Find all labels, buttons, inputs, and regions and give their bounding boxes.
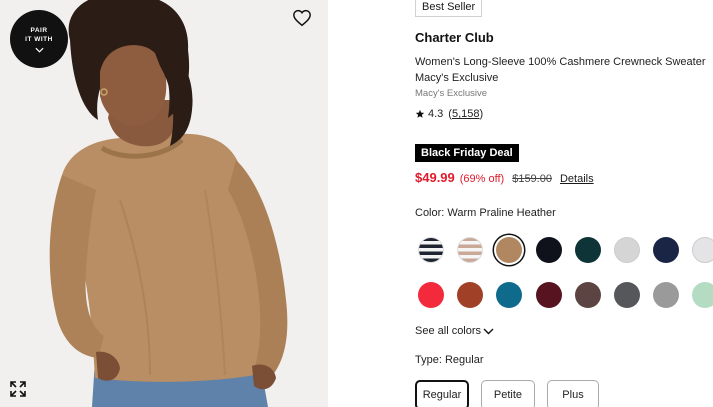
rating-value: 4.3 — [428, 108, 444, 120]
heart-icon — [293, 9, 311, 27]
see-all-colors-button[interactable]: See all colors — [415, 325, 494, 337]
chevron-down-icon — [483, 328, 494, 334]
type-option-regular[interactable]: Regular — [415, 380, 469, 407]
rating-close-paren: ) — [479, 108, 484, 120]
color-swatch-teal-blue[interactable] — [496, 282, 523, 308]
color-swatch-navy[interactable] — [653, 237, 680, 263]
product-exclusive-line: Macy's Exclusive — [415, 72, 499, 84]
chevron-down-icon — [34, 47, 44, 53]
color-swatch-warm-praline-heather[interactable] — [496, 237, 523, 263]
color-swatch-pale-grey[interactable] — [692, 237, 713, 263]
sale-price: $49.99 — [415, 170, 455, 185]
price-details-link[interactable]: Details — [560, 173, 594, 185]
color-swatch-rust[interactable] — [457, 282, 484, 308]
color-swatch-tan-white-stripe[interactable] — [457, 237, 484, 263]
sub-brand: Macy's Exclusive — [415, 88, 488, 99]
favorite-button[interactable] — [291, 7, 313, 29]
percent-off: (69% off) — [459, 173, 505, 185]
see-all-colors-label: See all colors — [415, 325, 482, 337]
product-title: Women's Long-Sleeve 100% Cashmere Crewne… — [415, 54, 713, 86]
pair-badge-line2: IT WITH — [25, 35, 53, 43]
color-swatch-medium-grey[interactable] — [653, 282, 680, 308]
product-title-line: Women's Long-Sleeve 100% Cashmere Crewne… — [415, 56, 706, 68]
pair-it-with-button[interactable]: PAIR IT WITH — [10, 10, 68, 68]
original-price: $159.00 — [512, 173, 552, 185]
review-count-link[interactable]: 5,158 — [452, 108, 480, 120]
pair-badge-line1: PAIR — [30, 26, 48, 34]
color-swatch-charcoal[interactable] — [614, 282, 640, 308]
type-option-plus[interactable]: Plus — [547, 380, 599, 407]
color-swatch-red[interactable] — [418, 282, 444, 308]
brand-name[interactable]: Charter Club — [415, 30, 494, 45]
type-label: Type: Regular — [415, 354, 484, 366]
color-swatch-dark-teal[interactable] — [574, 237, 601, 263]
price-row: $49.99 (69% off) $159.00 Details — [415, 170, 594, 185]
expand-image-button[interactable] — [9, 380, 29, 400]
star-icon — [415, 109, 425, 118]
product-image[interactable]: PAIR IT WITH — [0, 0, 328, 407]
color-label: Color: Warm Praline Heather — [415, 207, 556, 219]
color-swatch-black-white-stripe[interactable] — [418, 237, 444, 263]
color-swatch-brown[interactable] — [574, 282, 601, 308]
color-swatch-black[interactable] — [535, 237, 562, 263]
color-swatch-mint[interactable] — [692, 282, 713, 308]
type-option-petite[interactable]: Petite — [481, 380, 535, 407]
black-friday-deal-badge: Black Friday Deal — [415, 144, 519, 162]
color-swatch-burgundy[interactable] — [535, 282, 562, 308]
rating[interactable]: 4.3 (5,158) — [415, 108, 483, 120]
expand-icon — [10, 381, 26, 397]
color-swatch-light-grey[interactable] — [614, 237, 640, 263]
best-seller-badge: Best Seller — [415, 0, 483, 17]
